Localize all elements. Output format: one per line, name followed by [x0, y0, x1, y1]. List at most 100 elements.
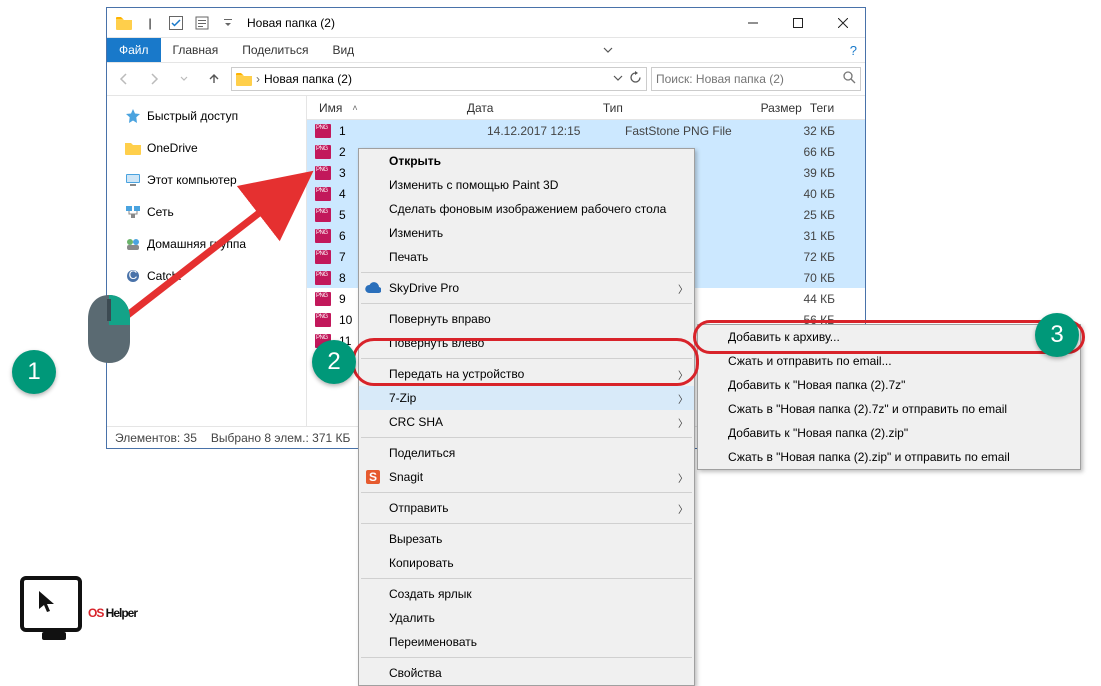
sidebar-item-label: Этот компьютер [147, 173, 237, 187]
chevron-right-icon: 〉 [678, 415, 688, 430]
menu-item[interactable]: Создать ярлык [359, 582, 694, 606]
chevron-down-icon[interactable] [613, 72, 623, 86]
tab-view[interactable]: Вид [320, 38, 366, 62]
status-selected: Выбрано 8 элем.: 371 КБ [211, 431, 351, 445]
sidebar-item-catch[interactable]: C Catch! [107, 264, 306, 288]
menu-item-label: Удалить [389, 611, 435, 625]
annotation-badge-2: 2 [312, 340, 356, 384]
nav-history-button[interactable] [171, 66, 197, 92]
column-size[interactable]: Размер [737, 101, 806, 115]
menu-item[interactable]: Добавить к архиву... [698, 325, 1080, 349]
png-file-icon [315, 124, 331, 138]
mouse-icon [84, 293, 134, 365]
folder-icon [113, 12, 135, 34]
nav-back-button[interactable] [111, 66, 137, 92]
minimize-button[interactable] [730, 8, 775, 38]
close-button[interactable] [820, 8, 865, 38]
png-file-icon [315, 271, 331, 285]
menu-item[interactable]: SSnagit〉 [359, 465, 694, 489]
menu-item[interactable]: Повернуть влево [359, 331, 694, 355]
sidebar: Быстрый доступ OneDrive Этот компьютер С… [107, 96, 307, 426]
sidebar-item-this-pc[interactable]: Этот компьютер [107, 168, 306, 192]
checkbox-icon[interactable] [165, 12, 187, 34]
menu-item[interactable]: Сжать в "Новая папка (2).zip" и отправит… [698, 445, 1080, 469]
chevron-right-icon[interactable]: › [256, 72, 260, 86]
qat-dropdown-icon[interactable] [217, 12, 239, 34]
sidebar-item-onedrive[interactable]: OneDrive [107, 136, 306, 160]
column-date[interactable]: Дата [463, 101, 599, 115]
menu-item-label: Повернуть вправо [389, 312, 491, 326]
menu-item[interactable]: Сжать в "Новая папка (2).7z" и отправить… [698, 397, 1080, 421]
nav-bar: › Новая папка (2) [107, 62, 865, 96]
sidebar-item-network[interactable]: Сеть [107, 200, 306, 224]
menu-item[interactable]: Изменить с помощью Paint 3D [359, 173, 694, 197]
search-icon[interactable] [843, 71, 856, 87]
tab-home[interactable]: Главная [161, 38, 231, 62]
column-type[interactable]: Тип [599, 101, 737, 115]
folder-icon [236, 72, 252, 86]
png-file-icon [315, 250, 331, 264]
menu-item-label: Сжать в "Новая папка (2).7z" и отправить… [728, 402, 1007, 416]
network-icon [125, 204, 141, 220]
properties-icon[interactable] [191, 12, 213, 34]
tab-share[interactable]: Поделиться [230, 38, 320, 62]
sidebar-item-quick-access[interactable]: Быстрый доступ [107, 104, 306, 128]
sidebar-item-homegroup[interactable]: Домашняя группа [107, 232, 306, 256]
menu-item-label: Сжать в "Новая папка (2).zip" и отправит… [728, 450, 1010, 464]
menu-item-label: Добавить к "Новая папка (2).zip" [728, 426, 908, 440]
file-size: 25 КБ [765, 208, 835, 222]
column-name[interactable]: Имя˄ [315, 101, 463, 115]
menu-item[interactable]: Добавить к "Новая папка (2).zip" [698, 421, 1080, 445]
menu-item[interactable]: Удалить [359, 606, 694, 630]
png-file-icon [315, 229, 331, 243]
ribbon-expand-icon[interactable] [593, 38, 623, 62]
menu-item[interactable]: Повернуть вправо [359, 307, 694, 331]
ribbon-help-icon[interactable]: ? [850, 38, 865, 62]
png-file-icon [315, 208, 331, 222]
menu-item[interactable]: Отправить〉 [359, 496, 694, 520]
address-bar[interactable]: › Новая папка (2) [231, 67, 647, 91]
maximize-button[interactable] [775, 8, 820, 38]
logo: OS Helper [20, 576, 137, 632]
menu-item[interactable]: Добавить к "Новая папка (2).7z" [698, 373, 1080, 397]
menu-item[interactable]: Переименовать [359, 630, 694, 654]
sidebar-item-label: Catch! [147, 269, 182, 283]
search-box[interactable] [651, 67, 861, 91]
file-size: 44 КБ [765, 292, 835, 306]
nav-up-button[interactable] [201, 66, 227, 92]
file-type: FastStone PNG File [625, 124, 765, 138]
png-file-icon [315, 166, 331, 180]
menu-item[interactable]: Копировать [359, 551, 694, 575]
refresh-icon[interactable] [629, 71, 642, 87]
file-size: 32 КБ [765, 124, 835, 138]
menu-item[interactable]: Сделать фоновым изображением рабочего ст… [359, 197, 694, 221]
menu-item[interactable]: Открыть [359, 149, 694, 173]
menu-item[interactable]: Вырезать [359, 527, 694, 551]
list-header: Имя˄ Дата Тип Размер Теги [307, 96, 865, 120]
menu-item[interactable]: Передать на устройство〉 [359, 362, 694, 386]
sidebar-item-label: OneDrive [147, 141, 198, 155]
menu-item-label: Печать [389, 250, 428, 264]
menu-item[interactable]: Поделиться [359, 441, 694, 465]
context-menu: ОткрытьИзменить с помощью Paint 3DСделат… [358, 148, 695, 686]
quick-access-toolbar: | [107, 12, 245, 34]
menu-item[interactable]: 7-Zip〉 [359, 386, 694, 410]
menu-item[interactable]: Печать [359, 245, 694, 269]
nav-forward-button[interactable] [141, 66, 167, 92]
menu-item[interactable]: SkyDrive Pro〉 [359, 276, 694, 300]
menu-item[interactable]: Изменить [359, 221, 694, 245]
file-row[interactable]: 1 14.12.2017 12:15 FastStone PNG File 32… [307, 120, 865, 141]
column-tags[interactable]: Теги [806, 101, 865, 115]
search-input[interactable] [656, 72, 839, 86]
menu-item[interactable]: Сжать и отправить по email... [698, 349, 1080, 373]
breadcrumb[interactable]: Новая папка (2) [264, 72, 352, 86]
tab-file[interactable]: Файл [107, 38, 161, 62]
menu-item-label: Изменить [389, 226, 443, 240]
chevron-right-icon: 〉 [678, 470, 688, 485]
menu-item[interactable]: Свойства [359, 661, 694, 685]
cloud-icon [365, 280, 381, 296]
sidebar-item-label: Сеть [147, 205, 174, 219]
qat-divider: | [139, 12, 161, 34]
menu-item-label: Отправить [389, 501, 449, 515]
menu-item[interactable]: CRC SHA〉 [359, 410, 694, 434]
